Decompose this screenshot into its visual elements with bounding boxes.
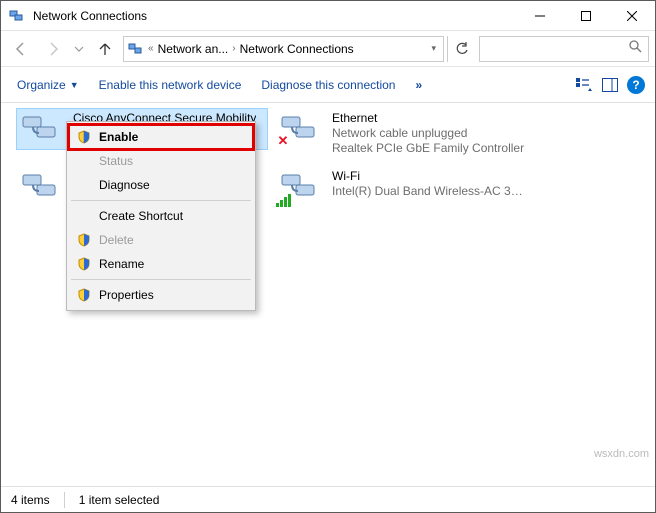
- organize-label: Organize: [17, 78, 66, 92]
- ctx-label: Status: [99, 154, 241, 168]
- recent-locations-button[interactable]: [71, 35, 87, 63]
- context-menu: Enable Status Diagnose Create Shortcut D…: [66, 121, 256, 311]
- adapter-ethernet[interactable]: ✕ Ethernet Network cable unplugged Realt…: [276, 109, 526, 158]
- refresh-button[interactable]: [447, 36, 475, 62]
- status-item-count: 4 items: [11, 493, 50, 507]
- ctx-enable[interactable]: Enable: [69, 125, 253, 149]
- watermark: wsxdn.com: [594, 448, 649, 460]
- preview-pane-button[interactable]: [597, 72, 623, 98]
- close-button[interactable]: [609, 1, 655, 30]
- search-input[interactable]: [479, 36, 649, 62]
- back-button[interactable]: [7, 35, 35, 63]
- ctx-label: Create Shortcut: [99, 209, 241, 223]
- diagnose-connection-command[interactable]: Diagnose this connection: [251, 72, 405, 98]
- network-connections-icon: [9, 8, 25, 24]
- ctx-label: Rename: [99, 257, 241, 271]
- shield-icon: [77, 233, 91, 247]
- breadcrumb-part2[interactable]: Network Connections: [240, 42, 354, 56]
- ctx-create-shortcut[interactable]: Create Shortcut: [69, 204, 253, 228]
- separator: [71, 279, 251, 280]
- enable-device-command[interactable]: Enable this network device: [89, 72, 252, 98]
- dropdown-arrow-icon: ▼: [70, 80, 79, 90]
- breadcrumb-part1[interactable]: Network an...: [158, 42, 229, 56]
- breadcrumb[interactable]: « Network an... › Network Connections ▾: [123, 36, 444, 62]
- content-area[interactable]: Cisco AnyConnect Secure Mobility ✕ Ether…: [1, 103, 655, 486]
- help-button[interactable]: ?: [623, 72, 649, 98]
- chevron-right-icon[interactable]: ›: [232, 43, 235, 54]
- signal-bars-icon: [276, 193, 294, 207]
- maximize-button[interactable]: [563, 1, 609, 30]
- help-icon: ?: [627, 76, 645, 94]
- shield-icon: [77, 130, 91, 144]
- status-selection: 1 item selected: [79, 493, 160, 507]
- ctx-label: Enable: [99, 130, 241, 144]
- adapter-device: Intel(R) Dual Band Wireless-AC 31...: [332, 184, 526, 199]
- up-button[interactable]: [91, 35, 119, 63]
- forward-button[interactable]: [39, 35, 67, 63]
- organize-menu[interactable]: Organize ▼: [7, 72, 89, 98]
- ctx-properties[interactable]: Properties: [69, 283, 253, 307]
- control-panel-icon: [128, 41, 144, 57]
- adapter-icon: [19, 169, 63, 205]
- adapter-icon: [278, 169, 322, 205]
- ctx-label: Delete: [99, 233, 241, 247]
- ctx-rename[interactable]: Rename: [69, 252, 253, 276]
- search-icon: [628, 39, 642, 58]
- unplugged-x-icon: ✕: [276, 134, 290, 148]
- overflow-button[interactable]: »: [405, 78, 432, 92]
- separator: [71, 200, 251, 201]
- ctx-status: Status: [69, 149, 253, 173]
- window: Network Connections « Network an... › N: [0, 0, 656, 513]
- adapter-name: Wi-Fi: [332, 169, 526, 184]
- window-controls: [517, 1, 655, 30]
- address-history-button[interactable]: ▾: [428, 43, 439, 54]
- breadcrumb-prefix: «: [148, 43, 154, 54]
- ctx-label: Properties: [99, 288, 241, 302]
- ctx-label: Diagnose: [99, 178, 241, 192]
- title-bar: Network Connections: [1, 1, 655, 31]
- status-bar: 4 items 1 item selected: [1, 486, 655, 512]
- ctx-delete: Delete: [69, 228, 253, 252]
- adapter-icon: ✕: [278, 111, 322, 147]
- minimize-button[interactable]: [517, 1, 563, 30]
- adapter-name: Ethernet: [332, 111, 524, 126]
- view-options-button[interactable]: [571, 72, 597, 98]
- adapter-status: Network cable unplugged: [332, 126, 524, 141]
- command-bar: Organize ▼ Enable this network device Di…: [1, 67, 655, 103]
- adapter-icon: [19, 111, 63, 147]
- shield-icon: [77, 257, 91, 271]
- window-title: Network Connections: [33, 9, 517, 23]
- address-bar-row: « Network an... › Network Connections ▾: [1, 31, 655, 67]
- adapter-wifi[interactable]: Wi-Fi Intel(R) Dual Band Wireless-AC 31.…: [276, 167, 526, 207]
- ctx-diagnose[interactable]: Diagnose: [69, 173, 253, 197]
- adapter-device: Realtek PCIe GbE Family Controller: [332, 141, 524, 156]
- divider: [64, 492, 65, 508]
- shield-icon: [77, 288, 91, 302]
